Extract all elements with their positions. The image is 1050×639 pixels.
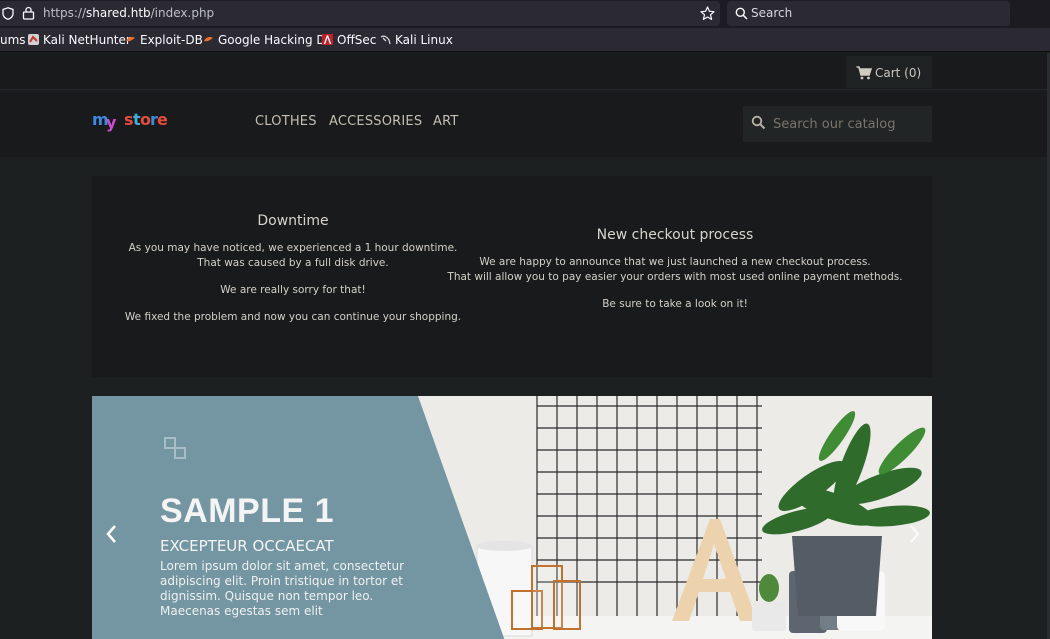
url-host: shared.htb	[86, 6, 151, 20]
bookmark-label: OffSec	[337, 33, 377, 47]
bookmark-truncated[interactable]: ums	[0, 33, 26, 47]
browser-toolbar: https://shared.htb/index.php Search	[0, 0, 1050, 28]
menu-clothes[interactable]: CLOTHES	[255, 114, 317, 129]
bookmark-label: Kali NetHunter	[43, 33, 131, 47]
bookmark-star-icon[interactable]	[700, 6, 715, 21]
search-icon	[751, 115, 766, 130]
search-icon	[735, 7, 748, 20]
slide-title: SAMPLE 1	[160, 492, 335, 530]
top-nav-bar: Cart (0)	[0, 53, 1050, 90]
carousel-prev-arrow[interactable]	[104, 522, 120, 546]
kali-dragon-icon	[380, 35, 391, 45]
bookmark-exploit-db[interactable]: Exploit-DB	[125, 33, 203, 47]
tracking-protection-shield-icon[interactable]	[2, 7, 14, 20]
notice-line: We fixed the problem and now you can con…	[124, 311, 462, 323]
bookmark-label: ums	[0, 33, 26, 47]
lock-icon[interactable]	[22, 6, 35, 20]
ghdb-icon	[204, 37, 213, 42]
url-path: /index.php	[150, 6, 215, 20]
bookmark-offsec[interactable]: OffSec	[322, 33, 376, 47]
svg-text:s: s	[124, 111, 133, 129]
notice-title: New checkout process	[596, 227, 754, 243]
store-header: m y s t o r e CLOTHES ACCESSORIES ART Se…	[0, 90, 1050, 157]
cart-label: Cart (0)	[875, 66, 922, 80]
store-logo-graphic: m y s t o r e	[92, 110, 169, 132]
browser-search-bar[interactable]: Search	[727, 1, 1010, 26]
menu-art[interactable]: ART	[433, 114, 459, 129]
catalog-search-placeholder: Search our catalog	[773, 117, 896, 132]
bookmark-kali-linux[interactable]: Kali Linux	[380, 33, 453, 47]
offsec-icon	[322, 34, 333, 45]
address-bar[interactable]: https://shared.htb/index.php	[0, 1, 720, 26]
bookmark-kali-nethunter[interactable]: Kali NetHunter	[28, 33, 131, 47]
carousel-next-arrow[interactable]	[906, 522, 922, 546]
web-page: Cart (0) m y s t o r e CLOTHES ACCESSORI…	[0, 53, 1050, 639]
bookmark-label: Google Hacking DB	[218, 33, 334, 47]
notice-line: That will allow you to pay easier your o…	[447, 271, 903, 283]
url-text[interactable]: https://shared.htb/index.php	[43, 6, 214, 20]
slide-subtitle: EXCEPTEUR OCCAECAT	[160, 537, 334, 555]
browser-search-placeholder: Search	[751, 6, 793, 20]
cart-button[interactable]: Cart (0)	[846, 56, 932, 88]
store-logo[interactable]: m y s t o r e	[92, 110, 169, 139]
custom-text-block: Downtime As you may have noticed, we exp…	[92, 176, 932, 377]
exploit-db-icon	[126, 37, 135, 42]
shopping-cart-icon	[856, 66, 872, 80]
slide-body-text: Lorem ipsum dolor sit amet, consectetur …	[160, 559, 405, 618]
bookmark-label: Kali Linux	[395, 33, 453, 47]
svg-text:y: y	[106, 113, 117, 132]
url-scheme: https://	[43, 6, 87, 20]
svg-text:e: e	[157, 111, 168, 129]
catalog-search-input[interactable]: Search our catalog	[743, 106, 932, 142]
bookmarks-toolbar: ums Kali NetHunter Exploit-DB Google Hac…	[0, 28, 1050, 52]
kali-nethunter-icon	[28, 34, 39, 45]
bookmark-google-hacking-db[interactable]: Google Hacking DB	[203, 33, 334, 47]
notice-checkout: New checkout process We are happy to ann…	[432, 176, 918, 312]
homepage-carousel[interactable]: SAMPLE 1 EXCEPTEUR OCCAECAT Lorem ipsum …	[92, 396, 932, 639]
notice-line: We are happy to announce that we just la…	[479, 256, 871, 268]
bookmark-label: Exploit-DB	[140, 33, 203, 47]
menu-accessories[interactable]: ACCESSORIES	[329, 114, 422, 129]
notice-line: Be sure to take a look on it!	[602, 298, 748, 310]
